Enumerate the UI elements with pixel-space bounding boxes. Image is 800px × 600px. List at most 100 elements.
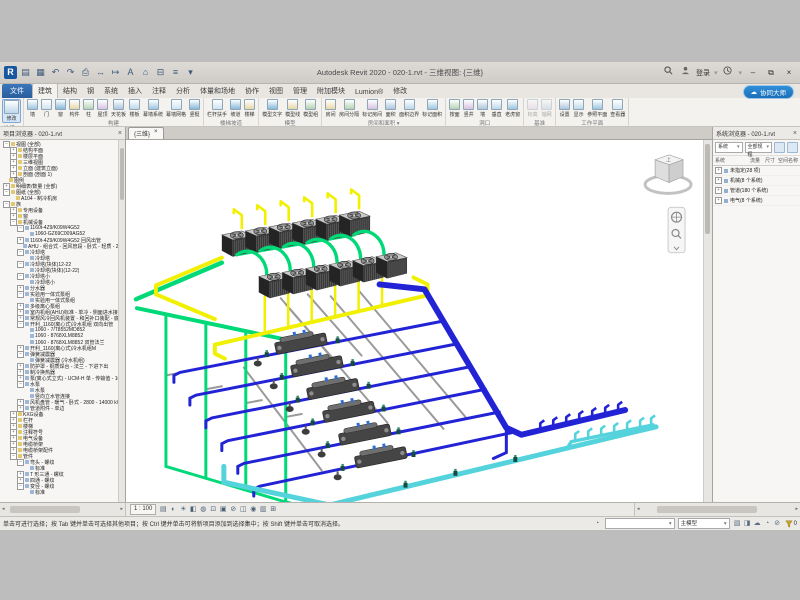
system-browser-row[interactable]: +机械(8 个系统)	[713, 176, 800, 186]
render-icon[interactable]: ◍	[198, 505, 208, 515]
ribbon-tab-协作[interactable]: 协作	[240, 84, 264, 98]
autofit-columns-button[interactable]	[774, 142, 785, 153]
section-icon[interactable]: ⊟	[154, 66, 167, 79]
collapse-icon[interactable]: −	[3, 141, 10, 148]
show-constraints-icon[interactable]: ⊞	[268, 505, 278, 515]
design-option-select[interactable]: 主模型▾	[678, 518, 730, 529]
restore-button[interactable]: ⧉	[764, 67, 778, 79]
ribbon-button-标记房间[interactable]: 标记房间	[361, 99, 383, 118]
canvas-vscrollbar[interactable]	[703, 140, 712, 502]
ribbon-button-房间分隔[interactable]: 房间分隔	[338, 99, 360, 118]
ribbon-button-天花板[interactable]: 天花板	[110, 99, 127, 118]
ribbon-button-墙[interactable]: 墙	[476, 99, 489, 118]
editing-requests-icon[interactable]: ◨	[743, 519, 752, 528]
worksets-icon[interactable]: ◔	[593, 519, 602, 528]
unlock-3d-view-icon[interactable]: ⊘	[228, 505, 238, 515]
minimize-button[interactable]: –	[746, 67, 760, 79]
tree-item[interactable]: 标准	[0, 489, 125, 495]
view-tab-close-icon[interactable]: ×	[154, 129, 158, 138]
navigation-bar[interactable]	[668, 207, 685, 252]
ribbon-button-构件[interactable]: 构件	[68, 99, 81, 118]
redo-icon[interactable]: ↷	[64, 66, 77, 79]
ribbon-button-标记面积[interactable]: 标记面积	[421, 99, 443, 118]
search-icon[interactable]	[662, 66, 675, 79]
collapse-icon[interactable]: −	[17, 381, 24, 388]
view-tab-3d[interactable]: {三维} ×	[128, 127, 164, 139]
open-file-icon[interactable]: ▤	[19, 66, 32, 79]
system-filter-select[interactable]: 系统▾	[715, 142, 743, 153]
ribbon-button-屋顶[interactable]: 屋顶	[96, 99, 109, 118]
ribbon-tab-结构[interactable]: 结构	[58, 84, 82, 98]
close-button[interactable]: ×	[782, 67, 796, 79]
ribbon-tab-分析[interactable]: 分析	[171, 84, 195, 98]
revit-logo-icon[interactable]: R	[4, 66, 17, 79]
ribbon-button-按面[interactable]: 按面	[448, 99, 461, 118]
ribbon-button-窗[interactable]: 窗	[54, 99, 67, 118]
ribbon-button-老虎窗[interactable]: 老虎窗	[504, 99, 521, 118]
collapse-icon[interactable]: −	[17, 261, 24, 268]
expand-icon[interactable]: +	[715, 197, 722, 204]
print-icon[interactable]: ⎙	[79, 66, 92, 79]
ribbon-tab-体量和场地[interactable]: 体量和场地	[195, 84, 240, 98]
ribbon-button-轴网[interactable]: 轴网	[540, 99, 553, 118]
expand-icon[interactable]: +	[715, 167, 722, 174]
system-browser-row[interactable]: +管道(180 个系统)	[713, 186, 800, 196]
cloud-status-icon[interactable]: ☁	[753, 519, 762, 528]
ribbon-button-柱[interactable]: 柱	[82, 99, 95, 118]
ribbon-button-标高[interactable]: 标高	[526, 99, 539, 118]
project-browser-hscrollbar[interactable]: ◂▸	[0, 503, 126, 516]
column-settings-button[interactable]	[787, 142, 798, 153]
ribbon-tab-修改[interactable]: 修改	[388, 84, 412, 98]
file-tab[interactable]: 文件	[2, 84, 32, 98]
crop-view-icon[interactable]: ⊡	[208, 505, 218, 515]
collapse-icon[interactable]: −	[10, 453, 17, 460]
sun-path-icon[interactable]: ☀	[178, 505, 188, 515]
signin-label[interactable]: 登录	[696, 68, 710, 78]
ribbon-button-模型线[interactable]: 模型线	[284, 99, 301, 118]
background-processes-icon[interactable]: ◔	[763, 519, 772, 528]
expand-icon[interactable]: +	[715, 177, 722, 184]
help-caret[interactable]: ▾	[738, 69, 742, 77]
cooling-tower-row-front[interactable]	[259, 253, 407, 298]
ribbon-button-查看器[interactable]: 查看器	[609, 99, 626, 118]
user-icon[interactable]	[679, 66, 692, 79]
collapse-icon[interactable]: −	[3, 189, 10, 196]
ribbon-tab-钢[interactable]: 钢	[82, 84, 99, 98]
reveal-hidden-elements-icon[interactable]: ◉	[248, 505, 258, 515]
collapse-icon[interactable]: −	[17, 273, 24, 280]
signin-caret[interactable]: ▾	[714, 69, 718, 77]
expand-icon[interactable]: +	[17, 237, 24, 244]
ribbon-button-修改[interactable]: 修改	[2, 99, 21, 123]
system-browser-row[interactable]: +未指定(28 项)	[713, 166, 800, 176]
measure-icon[interactable]: ↔	[94, 66, 107, 79]
collapse-icon[interactable]: −	[3, 201, 10, 208]
ribbon-tab-Lumion®[interactable]: Lumion®	[350, 87, 388, 98]
ribbon-button-楼梯[interactable]: 楼梯	[243, 99, 256, 118]
ribbon-button-坡道[interactable]: 坡道	[229, 99, 242, 118]
ribbon-button-模型组[interactable]: 模型组	[302, 99, 319, 118]
discipline-filter-select[interactable]: 全部规程▾	[745, 142, 773, 153]
ribbon-button-模型文字[interactable]: 模型文字	[261, 99, 283, 118]
canvas-hscrollbar[interactable]: ◂▸	[634, 503, 800, 516]
shadows-icon[interactable]: ◧	[188, 505, 198, 515]
ribbon-button-参照平面[interactable]: 参照平面	[586, 99, 608, 118]
ribbon-button-幕墙网格[interactable]: 幕墙网格	[165, 99, 187, 118]
viewcube[interactable]: 上	[645, 155, 691, 194]
ribbon-button-竖井[interactable]: 竖井	[462, 99, 475, 118]
expand-icon[interactable]: +	[715, 187, 722, 194]
ribbon-button-楼板[interactable]: 楼板	[128, 99, 141, 118]
text-note-icon[interactable]: A	[124, 66, 137, 79]
default-3d-view-icon[interactable]: ⌂	[139, 66, 152, 79]
collapse-icon[interactable]: −	[10, 219, 17, 226]
ribbon-button-幕墙系统[interactable]: 幕墙系统	[142, 99, 164, 118]
ribbon-button-显示[interactable]: 显示	[572, 99, 585, 118]
scale-button[interactable]: 1 : 100	[130, 504, 156, 515]
ribbon-button-门[interactable]: 门	[40, 99, 53, 118]
chiller-units[interactable]	[273, 326, 408, 468]
save-icon[interactable]: ▦	[34, 66, 47, 79]
collapse-icon[interactable]: −	[17, 321, 24, 328]
undo-icon[interactable]: ↶	[49, 66, 62, 79]
ribbon-tab-附加模块[interactable]: 附加模块	[312, 84, 350, 98]
collapse-icon[interactable]: −	[17, 291, 24, 298]
temporary-view-properties-icon[interactable]: ▥	[258, 505, 268, 515]
